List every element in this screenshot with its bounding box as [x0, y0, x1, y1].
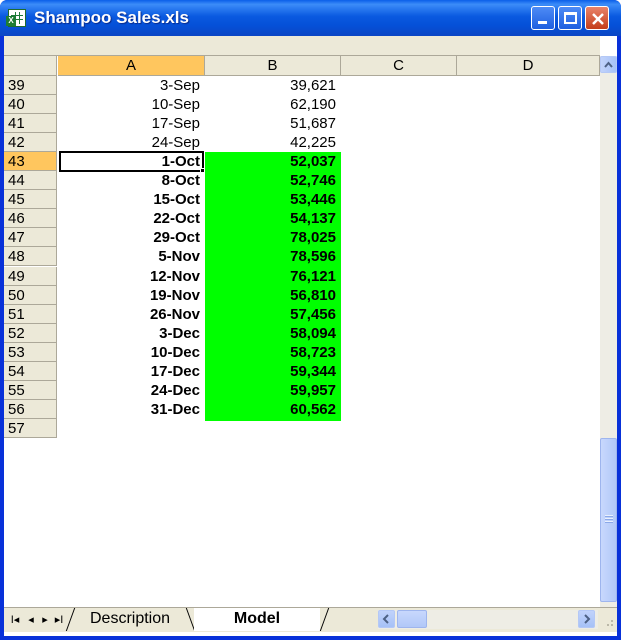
tab-divider — [319, 608, 330, 631]
active-cell-outline — [59, 151, 204, 172]
date-cell[interactable]: 31-Dec — [58, 400, 205, 419]
row-header[interactable]: 43 — [4, 152, 57, 171]
tab-divider — [65, 608, 76, 631]
column-header-b[interactable]: B — [205, 56, 341, 76]
sales-cell[interactable]: 56,810 — [205, 286, 341, 307]
sheet-tab-bar: I◂ ◂ ▸ ▸I Description Model — [4, 607, 617, 632]
row-header[interactable]: 41 — [4, 114, 57, 133]
row-header[interactable]: 57 — [4, 419, 57, 438]
sales-cell[interactable]: 51,687 — [205, 114, 341, 133]
resize-grip-icon[interactable] — [601, 614, 615, 628]
date-cell[interactable]: 3-Dec — [58, 324, 205, 343]
tab-description[interactable]: Description — [76, 608, 184, 631]
date-cell[interactable]: 26-Nov — [58, 305, 205, 324]
date-cell[interactable]: 10-Dec — [58, 343, 205, 362]
sales-cell[interactable]: 59,344 — [205, 362, 341, 383]
sales-cell[interactable]: 78,596 — [205, 247, 341, 268]
column-header-c[interactable]: C — [341, 56, 457, 76]
sales-cell[interactable]: 78,025 — [205, 228, 341, 249]
row-header[interactable]: 48 — [4, 247, 57, 266]
date-cell[interactable]: 12-Nov — [58, 267, 205, 286]
sales-cell[interactable]: 60,562 — [205, 400, 341, 421]
close-icon — [592, 13, 604, 25]
select-all-corner[interactable] — [4, 56, 57, 76]
vertical-scroll-thumb[interactable] — [600, 438, 617, 602]
date-cell[interactable]: 8-Oct — [58, 171, 205, 190]
date-cell[interactable]: 5-Nov — [58, 247, 205, 266]
next-sheet-icon[interactable]: ▸ — [38, 612, 52, 628]
sales-cell[interactable]: 76,121 — [205, 267, 341, 288]
scroll-up-button[interactable] — [600, 56, 617, 73]
date-cell[interactable] — [58, 419, 205, 438]
last-sheet-icon[interactable]: ▸I — [52, 612, 66, 628]
scroll-left-button[interactable] — [378, 610, 395, 628]
sales-cell[interactable]: 62,190 — [205, 95, 341, 114]
row-header[interactable]: 46 — [4, 209, 57, 228]
minimize-button[interactable] — [531, 6, 555, 30]
row-header[interactable]: 51 — [4, 305, 57, 324]
row-header[interactable]: 50 — [4, 286, 57, 305]
sales-cell[interactable]: 58,094 — [205, 324, 341, 345]
title-bar[interactable]: X Shampoo Sales.xls — [0, 0, 621, 36]
date-cell[interactable]: 24-Dec — [58, 381, 205, 400]
grip-icon — [605, 515, 613, 523]
row-header[interactable]: 56 — [4, 400, 57, 419]
chevron-right-icon — [584, 614, 591, 624]
window-title: Shampoo Sales.xls — [34, 8, 189, 27]
horizontal-scroll-thumb[interactable] — [397, 610, 427, 628]
row-header[interactable]: 52 — [4, 324, 57, 343]
row-header[interactable]: 44 — [4, 171, 57, 190]
date-cell[interactable]: 17-Sep — [58, 114, 205, 133]
sales-cell[interactable]: 39,621 — [205, 76, 341, 95]
row-header[interactable]: 40 — [4, 95, 57, 114]
date-cell[interactable]: 3-Sep — [58, 76, 205, 95]
row-header[interactable]: 54 — [4, 362, 57, 381]
worksheet: ABCD 39 3-Sep 39,621 40 10-Sep 62,190 41 17-Sep… — [4, 36, 617, 636]
date-cell[interactable]: 22-Oct — [58, 209, 205, 228]
vertical-scrollbar[interactable] — [600, 56, 617, 627]
sales-cell[interactable]: 58,723 — [205, 343, 341, 364]
date-cell[interactable]: 17-Dec — [58, 362, 205, 381]
date-cell[interactable]: 29-Oct — [58, 228, 205, 247]
close-button[interactable] — [585, 6, 609, 30]
maximize-icon — [564, 12, 577, 24]
chevron-left-icon — [382, 614, 389, 624]
formula-strip — [4, 36, 600, 56]
scroll-right-button[interactable] — [578, 610, 595, 628]
sales-cell[interactable]: 54,137 — [205, 209, 341, 230]
minimize-icon — [538, 21, 547, 24]
date-cell[interactable]: 24-Sep — [58, 133, 205, 152]
sales-cell[interactable]: 52,746 — [205, 171, 341, 192]
date-cell[interactable]: 15-Oct — [58, 190, 205, 209]
row-header[interactable]: 42 — [4, 133, 57, 152]
sales-cell[interactable]: 53,446 — [205, 190, 341, 211]
tab-model[interactable]: Model — [194, 608, 320, 631]
chevron-up-icon — [604, 61, 613, 68]
row-header[interactable]: 53 — [4, 343, 57, 362]
excel-file-icon[interactable]: X — [6, 9, 26, 27]
column-header-d[interactable]: D — [457, 56, 600, 76]
row-header[interactable]: 39 — [4, 76, 57, 95]
maximize-button[interactable] — [558, 6, 582, 30]
horizontal-scrollbar[interactable] — [378, 610, 598, 629]
date-cell[interactable]: 10-Sep — [58, 95, 205, 114]
excel-window: X Shampoo Sales.xls ABCD 39 3-Sep 39,621 40… — [0, 0, 621, 640]
row-header[interactable]: 49 — [4, 267, 57, 286]
sales-cell[interactable]: 42,225 — [205, 133, 341, 152]
date-cell[interactable]: 19-Nov — [58, 286, 205, 305]
first-sheet-icon[interactable]: I◂ — [8, 612, 22, 628]
sales-cell[interactable]: 52,037 — [205, 152, 341, 173]
prev-sheet-icon[interactable]: ◂ — [24, 612, 38, 628]
row-header[interactable]: 45 — [4, 190, 57, 209]
row-header[interactable]: 55 — [4, 381, 57, 400]
sales-cell[interactable] — [205, 419, 341, 438]
column-header-a[interactable]: A — [58, 56, 205, 76]
sales-cell[interactable]: 57,456 — [205, 305, 341, 326]
row-header[interactable]: 47 — [4, 228, 57, 247]
sales-cell[interactable]: 59,957 — [205, 381, 341, 402]
